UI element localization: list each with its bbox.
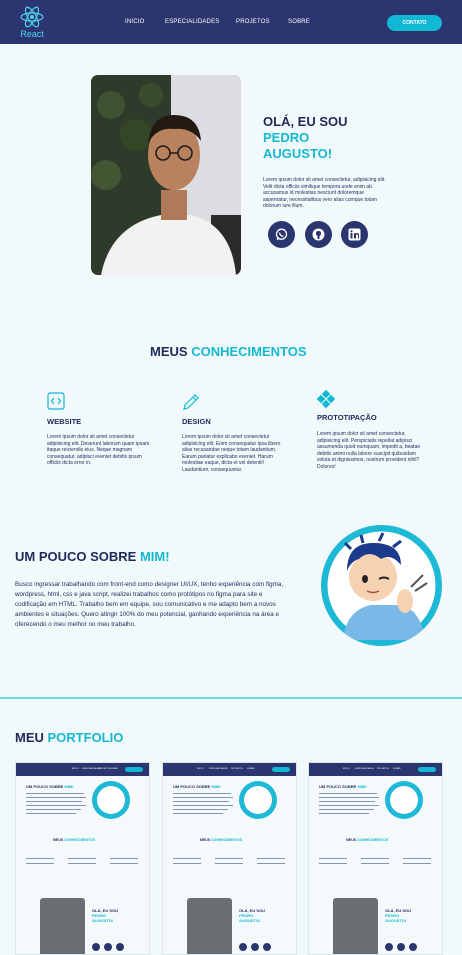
github-button[interactable] (305, 221, 332, 248)
skill-title-website: WEBSITE (47, 417, 82, 426)
code-icon (47, 392, 65, 415)
skill-title-design: DESIGN (182, 417, 211, 426)
react-logo[interactable]: React (16, 6, 48, 42)
top-navbar: React INICIO ESPECIALIDADES PROJETOS SOB… (0, 0, 462, 44)
cartoon-avatar (321, 525, 442, 646)
skill-desc-design: Lorem ipsum dolor sit amet consectetur a… (182, 434, 281, 473)
github-icon (312, 228, 325, 241)
hero-name-last: AUGUSTO! (263, 146, 333, 161)
profile-photo (91, 75, 241, 275)
portfolio-thumb-2[interactable]: INICIO ESPECIALIDADES PROJETOS SOBRE UM … (162, 762, 297, 955)
about-text: Busco ingressar trabalhando com front-en… (15, 581, 284, 628)
portfolio-section-title: MEU PORTFOLIO (15, 730, 123, 745)
diamond-icon (316, 389, 336, 414)
portfolio-thumb-3[interactable]: INICIO ESPECIALIDADES PROJETOS SOBRE UM … (308, 762, 443, 955)
skill-title-prototipacao: PROTOTIPAÇÃO (317, 413, 377, 422)
skill-desc-prototipacao: Lorem ipsum dolor sit amet consectetur, … (317, 431, 421, 470)
hero-description: Lorem ipsum dolor sit amet consectetur, … (263, 177, 386, 209)
react-atom-icon (20, 6, 44, 28)
nav-projetos[interactable]: PROJETOS (236, 19, 270, 25)
about-title-accent: MIM! (139, 549, 170, 564)
skills-title-plain: MEUS (150, 344, 188, 359)
contact-button[interactable]: CONTATO (387, 15, 442, 31)
linkedin-icon (348, 228, 361, 241)
whatsapp-button[interactable] (268, 221, 295, 248)
skills-section-title: MEUS CONHECIMENTOS (150, 344, 307, 359)
hero-greeting: OLÁ, EU SOU (263, 114, 348, 129)
section-divider (0, 697, 462, 699)
pencil-icon (182, 392, 201, 416)
nav-inicio[interactable]: INICIO (125, 19, 145, 25)
linkedin-button[interactable] (341, 221, 368, 248)
hero-name-first: PEDRO (263, 130, 310, 145)
nav-sobre[interactable]: SOBRE (288, 19, 310, 25)
skill-desc-website: Lorem ipsum dolor sit amet consectetur a… (47, 434, 150, 466)
portfolio-title-plain: MEU (15, 730, 44, 745)
about-section-title: UM POUCO SOBRE MIM! (15, 549, 170, 564)
portfolio-thumb-1[interactable]: INICIO ESPECIALIDADES PROJETOS SOBRE UM … (15, 762, 150, 955)
logo-text: React (20, 29, 44, 39)
skills-title-accent: CONHECIMENTOS (191, 344, 307, 359)
about-title-plain: UM POUCO SOBRE (15, 549, 137, 564)
whatsapp-icon (275, 228, 288, 241)
portfolio-title-accent: PORTFOLIO (47, 730, 124, 745)
nav-especialidades[interactable]: ESPECIALIDADES (165, 19, 220, 25)
